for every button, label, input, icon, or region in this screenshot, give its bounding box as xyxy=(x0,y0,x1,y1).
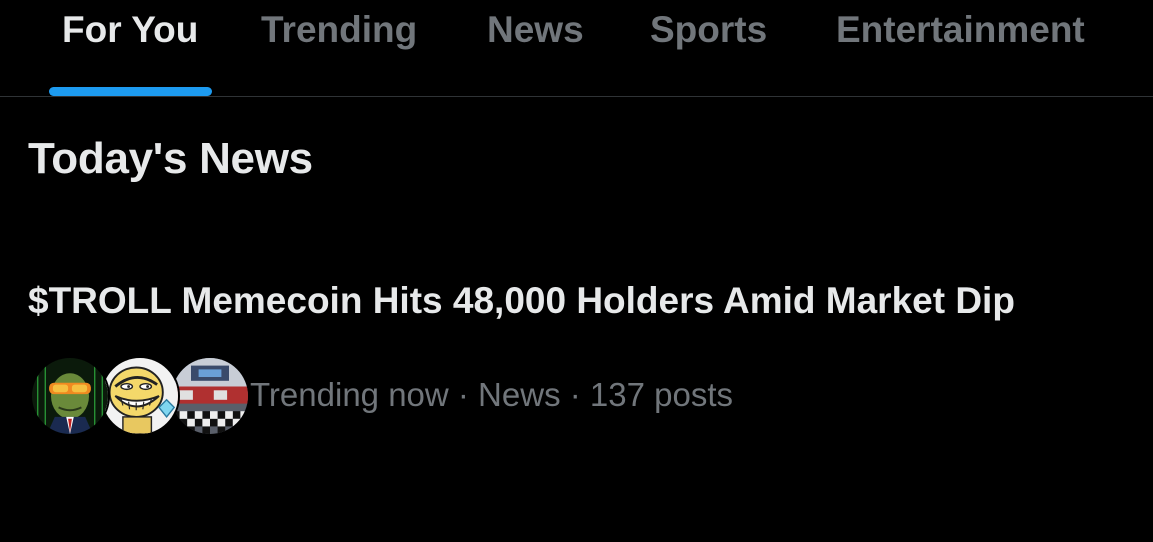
tab-news[interactable]: News xyxy=(487,0,584,96)
trend-headline[interactable]: $TROLL Memecoin Hits 48,000 Holders Amid… xyxy=(28,280,1015,322)
trend-meta-row[interactable]: Trending now · News · 137 posts xyxy=(30,354,1130,438)
tab-bar: For You Trending News Sports Entertainme… xyxy=(0,0,1153,97)
active-tab-indicator xyxy=(49,87,212,96)
race-scene-avatar xyxy=(170,356,250,436)
trend-meta: Trending now · News · 137 posts xyxy=(250,376,733,413)
frog-image xyxy=(32,358,108,434)
troll-face-image xyxy=(102,358,178,434)
tab-trending[interactable]: Trending xyxy=(261,0,417,96)
tab-entertainment[interactable]: Entertainment xyxy=(836,0,1085,96)
frog-avatar xyxy=(30,356,110,436)
troll-face-avatar xyxy=(100,356,180,436)
section-title: Today's News xyxy=(28,134,313,183)
tab-for-you[interactable]: For You xyxy=(62,0,198,96)
tab-sports[interactable]: Sports xyxy=(650,0,767,96)
race-scene-image xyxy=(172,358,248,434)
